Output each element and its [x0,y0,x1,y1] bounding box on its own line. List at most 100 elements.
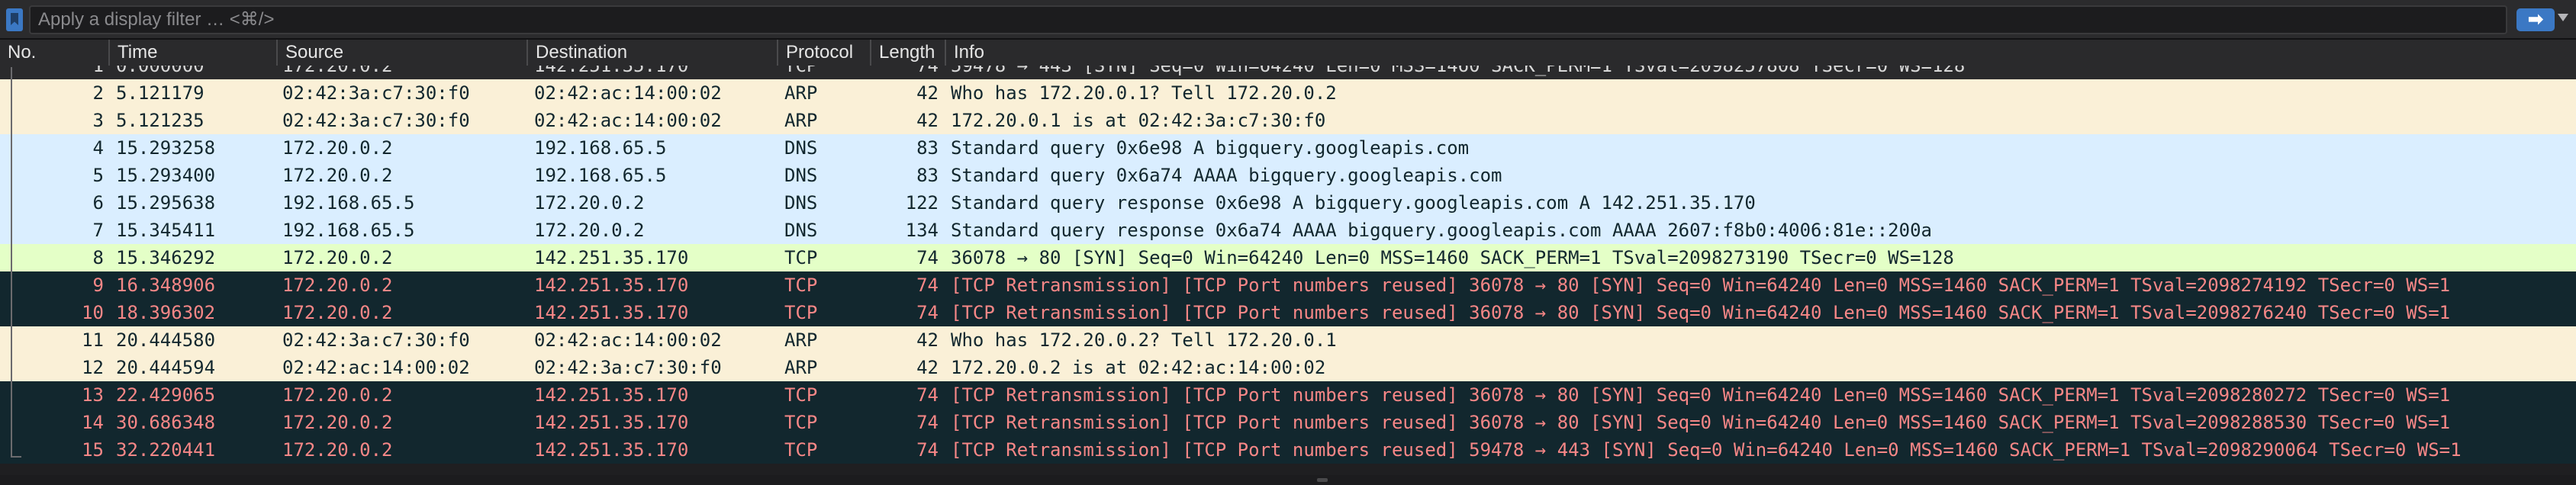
cell-source: 172.20.0.2 [282,412,393,433]
cell-info: Standard query 0x6e98 A bigquery.googlea… [951,137,1470,159]
cell-destination: 142.251.35.170 [534,247,689,268]
cell-time: 32.220441 [116,439,216,461]
cell-destination: 02:42:ac:14:00:02 [534,329,722,351]
cell-source: 172.20.0.2 [282,384,393,406]
column-header-no[interactable]: No. [0,40,108,66]
column-header-source[interactable]: Source [276,40,526,66]
cell-source: 192.168.65.5 [282,220,415,241]
cell-destination: 172.20.0.2 [534,192,645,214]
cell-source: 172.20.0.2 [282,137,393,159]
cell-info: [TCP Retransmission] [TCP Port numbers r… [951,412,2451,433]
packet-row[interactable]: 10 18.396302 172.20.0.2 142.251.35.170 TCP 74… [0,299,2576,326]
cell-length: 134 [905,220,939,241]
cell-time: 15.293258 [116,137,216,159]
cell-source: 172.20.0.2 [282,439,393,461]
packet-row[interactable]: 9 16.348906 172.20.0.2 142.251.35.170 TCP 74[… [0,271,2576,299]
cell-time: 0.000000 [116,66,204,76]
conversation-tree-line [11,67,21,458]
column-header-protocol[interactable]: Protocol [777,40,870,66]
cell-source: 02:42:3a:c7:30:f0 [282,82,470,104]
cell-length: 74 [916,66,939,76]
cell-destination: 192.168.65.5 [534,165,667,186]
cell-destination: 172.20.0.2 [534,220,645,241]
display-filter-toolbar: ➡ [0,0,2576,40]
cell-info: [TCP Retransmission] [TCP Port numbers r… [951,439,2462,461]
cell-length: 74 [916,302,939,323]
cell-source: 172.20.0.2 [282,66,393,76]
cell-info: Who has 172.20.0.2? Tell 172.20.0.1 [951,329,1337,351]
column-header-length[interactable]: Length [870,40,945,66]
packet-row[interactable]: 8 15.346292 172.20.0.2 142.251.35.170 TCP 74 3… [0,244,2576,271]
cell-destination: 142.251.35.170 [534,302,689,323]
packet-row[interactable]: 14 30.686348 172.20.0.2 142.251.35.170 TCP 74… [0,409,2576,436]
packet-row[interactable]: 3 5.121235 02:42:3a:c7:30:f0 02:42:ac:14:00… [0,107,2576,134]
column-header-info[interactable]: Info [945,40,2576,66]
display-filter-input[interactable] [29,5,2507,34]
cell-destination: 142.251.35.170 [534,439,689,461]
cell-source: 172.20.0.2 [282,165,393,186]
cell-time: 30.686348 [116,412,216,433]
cell-time: 20.444580 [116,329,216,351]
cell-info: Who has 172.20.0.1? Tell 172.20.0.2 [951,82,1337,104]
packet-row[interactable]: 4 15.293258 172.20.0.2 192.168.65.5 DNS 83 Sta… [0,134,2576,162]
cell-destination: 142.251.35.170 [534,412,689,433]
cell-destination: 192.168.65.5 [534,137,667,159]
cell-time: 15.293400 [116,165,216,186]
cell-info: [TCP Retransmission] [TCP Port numbers r… [951,384,2451,406]
cell-info: [TCP Retransmission] [TCP Port numbers r… [951,302,2451,323]
packet-row[interactable]: 13 22.429065 172.20.0.2 142.251.35.170 TCP 74… [0,381,2576,409]
cell-info: 172.20.0.1 is at 02:42:3a:c7:30:f0 [951,110,1326,131]
cell-length: 42 [916,357,939,378]
cell-source: 172.20.0.2 [282,302,393,323]
cell-destination: 142.251.35.170 [534,275,689,296]
cell-length: 74 [916,275,939,296]
cell-time: 15.295638 [116,192,216,214]
cell-length: 42 [916,110,939,131]
chevron-down-icon[interactable] [2558,14,2568,21]
cell-length: 74 [916,247,939,268]
packet-list-header: No. Time Source Destination Protocol Len… [0,40,2576,66]
cell-destination: 02:42:3a:c7:30:f0 [534,357,722,378]
cell-destination: 02:42:ac:14:00:02 [534,82,722,104]
cell-info: 59478 → 443 [SYN] Seq=0 Win=64240 Len=0 … [951,66,1966,76]
cell-time: 5.121179 [116,82,204,104]
packet-row[interactable]: 7 15.345411 192.168.65.5 172.20.0.2 DNS 134 St… [0,217,2576,244]
cell-length: 74 [916,439,939,461]
cell-source: 192.168.65.5 [282,192,415,214]
cell-source: 172.20.0.2 [282,275,393,296]
cell-info: Standard query response 0x6e98 A bigquer… [951,192,1756,214]
column-header-time[interactable]: Time [108,40,276,66]
cell-time: 16.348906 [116,275,216,296]
cell-length: 74 [916,384,939,406]
packet-row[interactable]: 1 0.000000 172.20.0.2 142.251.35.170 TCP 74 59… [0,66,2576,79]
cell-source: 02:42:3a:c7:30:f0 [282,110,470,131]
cell-time: 18.396302 [116,302,216,323]
cell-length: 83 [916,137,939,159]
cell-time: 15.345411 [116,220,216,241]
packet-row[interactable]: 12 20.444594 02:42:ac:14:00:02 02:42:3a:c7:… [0,354,2576,381]
packet-row[interactable]: 6 15.295638 192.168.65.5 172.20.0.2 DNS 122 St… [0,189,2576,217]
cell-length: 42 [916,329,939,351]
cell-length: 74 [916,412,939,433]
packet-row[interactable]: 15 32.220441 172.20.0.2 142.251.35.170 TCP 74… [0,436,2576,464]
scroll-grip[interactable] [1317,478,1328,482]
cell-info: 172.20.0.2 is at 02:42:ac:14:00:02 [951,357,1326,378]
bookmark-icon[interactable] [6,8,23,31]
horizontal-scrollbar[interactable] [0,475,2576,485]
cell-info: Standard query response 0x6a74 AAAA bigq… [951,220,1932,241]
cell-time: 5.121235 [116,110,204,131]
cell-destination: 02:42:ac:14:00:02 [534,110,722,131]
column-header-destination[interactable]: Destination [526,40,777,66]
cell-length: 122 [905,192,939,214]
cell-destination: 142.251.35.170 [534,66,689,76]
cell-info: [TCP Retransmission] [TCP Port numbers r… [951,275,2451,296]
cell-length: 42 [916,82,939,104]
cell-source: 02:42:ac:14:00:02 [282,357,470,378]
cell-source: 02:42:3a:c7:30:f0 [282,329,470,351]
packet-row[interactable]: 5 15.293400 172.20.0.2 192.168.65.5 DNS 83 Sta… [0,162,2576,189]
packet-row[interactable]: 2 5.121179 02:42:3a:c7:30:f0 02:42:ac:14:00… [0,79,2576,107]
apply-filter-button[interactable]: ➡ [2516,8,2555,31]
packet-row[interactable]: 11 20.444580 02:42:3a:c7:30:f0 02:42:ac:14:… [0,326,2576,354]
cell-source: 172.20.0.2 [282,247,393,268]
cell-time: 15.346292 [116,247,216,268]
